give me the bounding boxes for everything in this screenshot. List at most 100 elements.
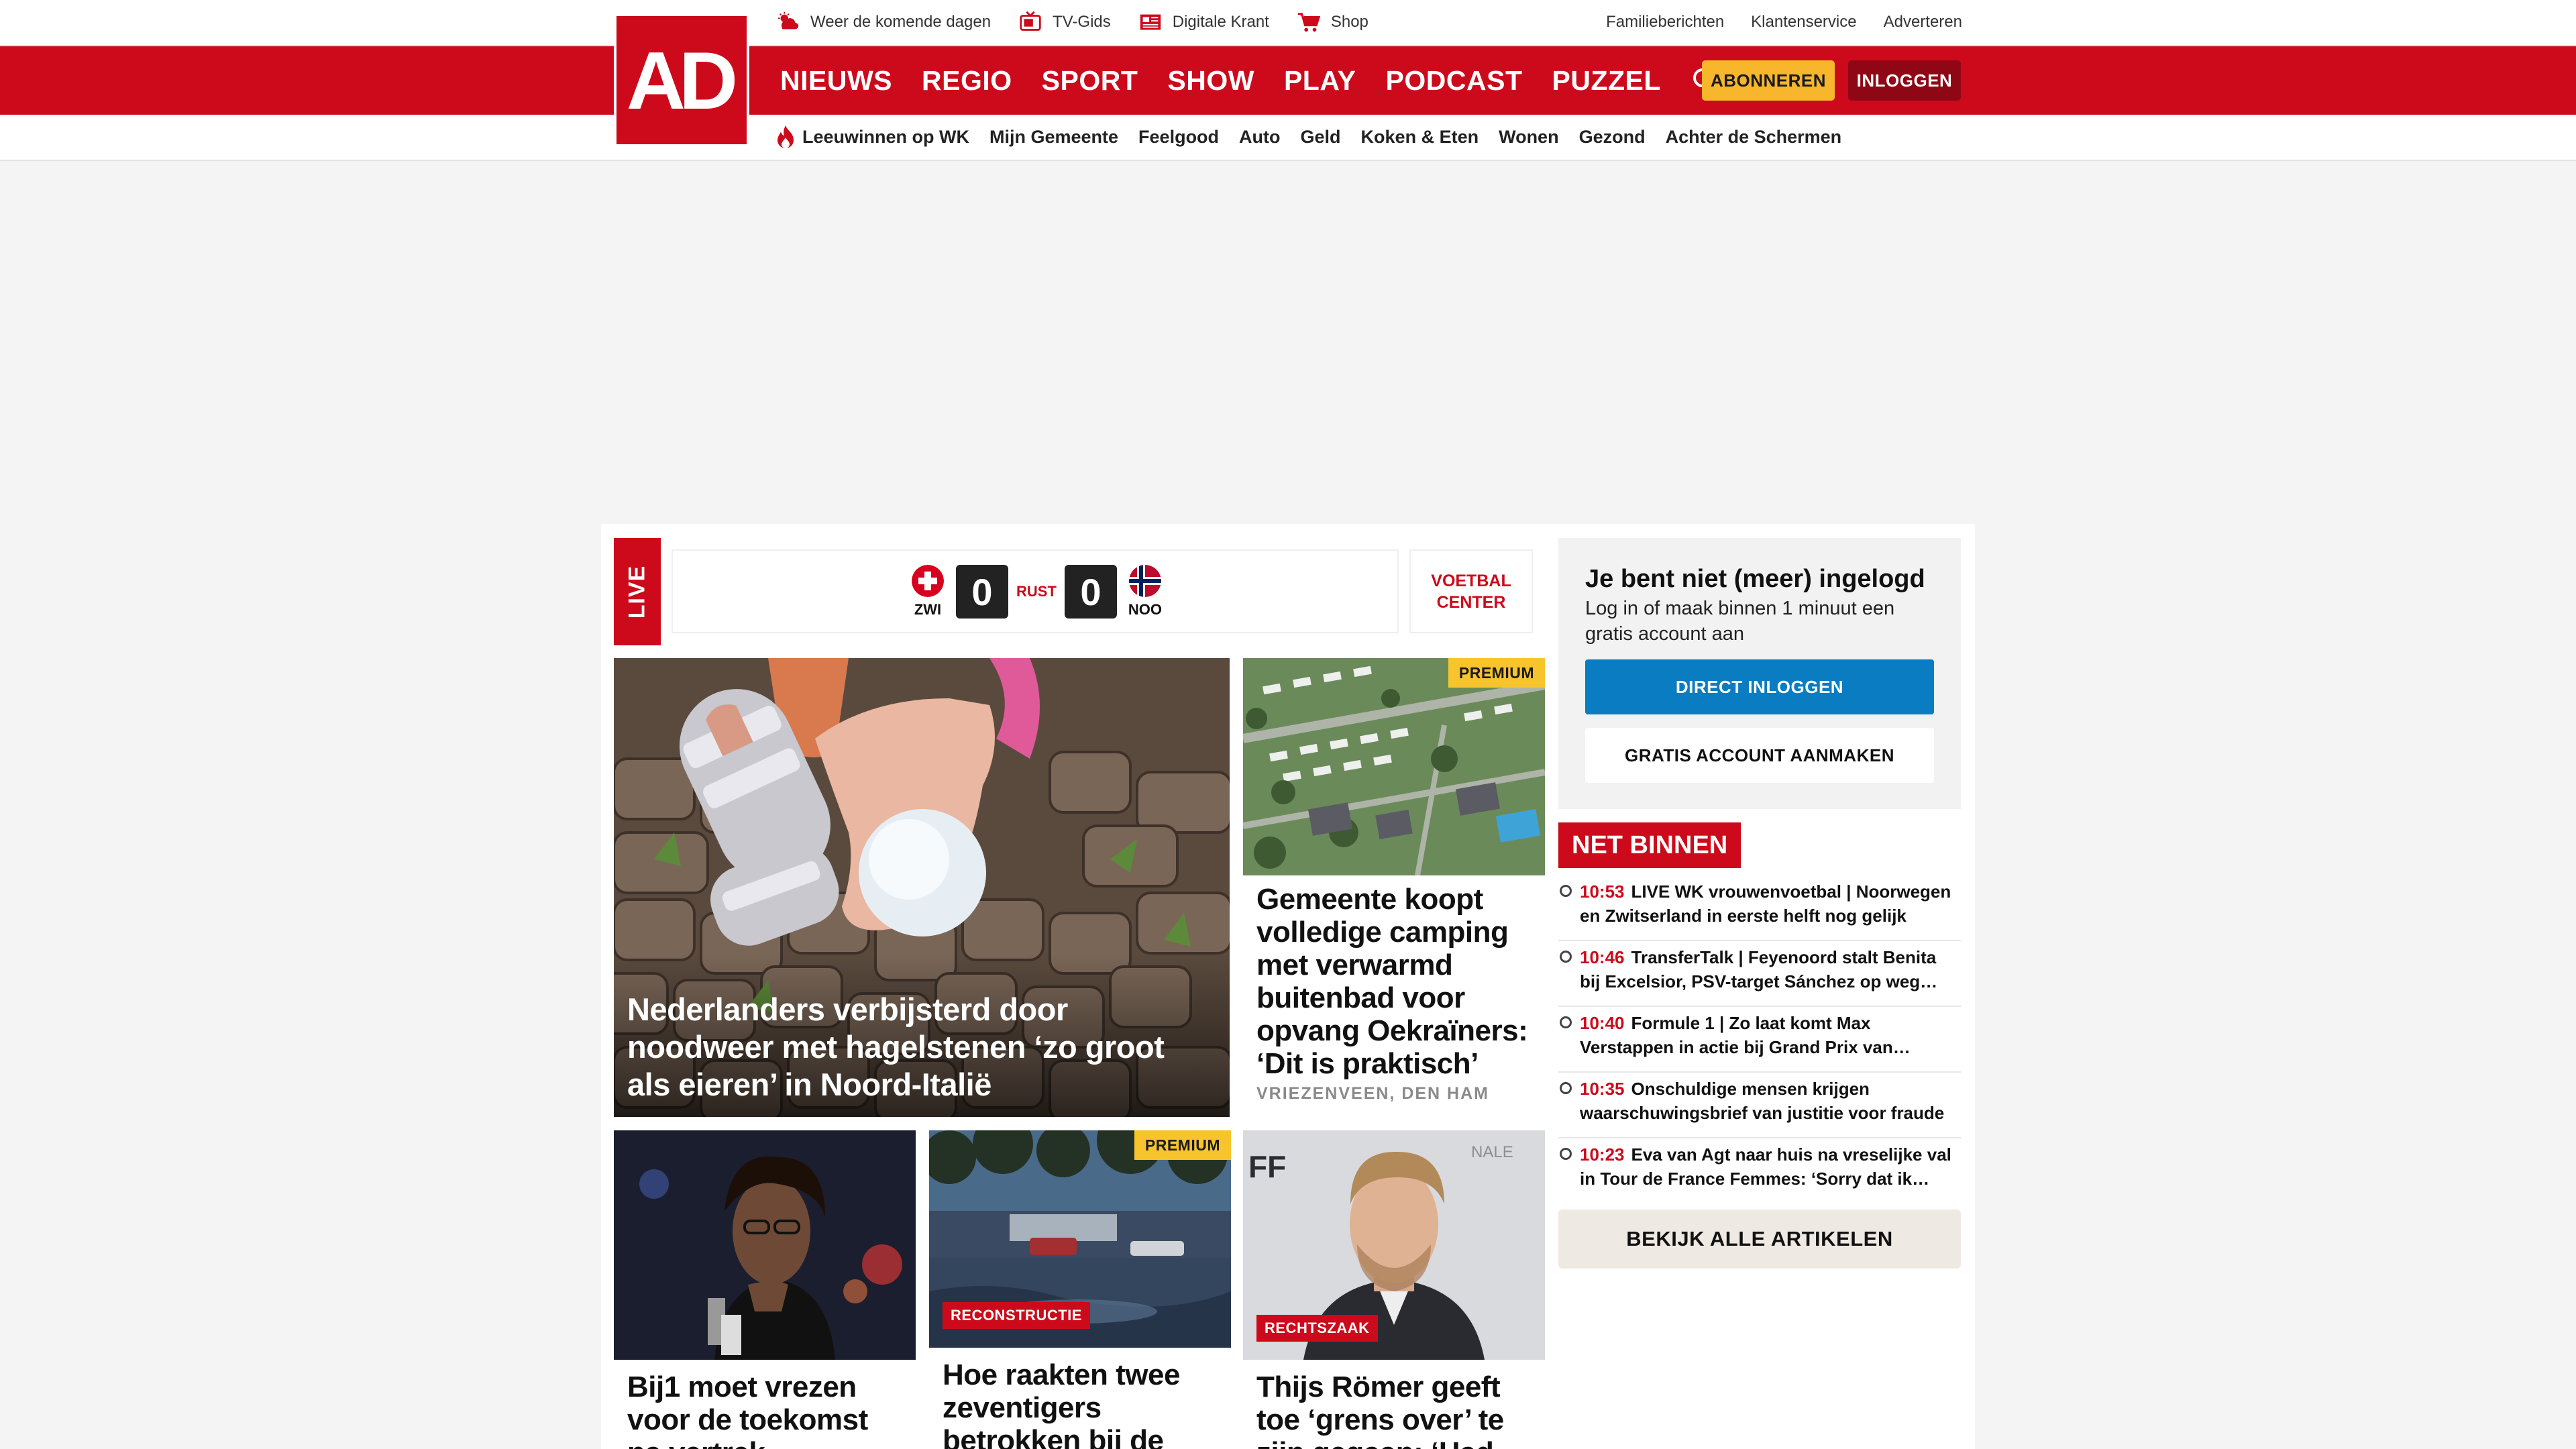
weather-link-label: Weer de komende dagen — [810, 13, 991, 31]
net-binnen-title: NET BINNEN — [1558, 822, 1741, 868]
away-team-abbr: NOO — [1128, 601, 1162, 618]
bullet-icon — [1560, 1082, 1572, 1094]
utility-bar: Weer de komende dagen TV-Gids Digitale K… — [0, 0, 2576, 46]
list-item-time: 10:23 — [1580, 1144, 1625, 1165]
newspaper-icon — [1140, 14, 1161, 30]
camping-article[interactable]: PREMIUM Gemeente koopt volledige camping… — [1243, 658, 1545, 1117]
home-score: 0 — [956, 565, 1008, 619]
all-articles-button[interactable]: BEKIJK ALLE ARTIKELEN — [1558, 1210, 1961, 1269]
tv-gids-link[interactable]: TV-Gids — [1018, 9, 1111, 35]
list-item-headline: Eva van Agt naar huis na vreselijke val … — [1580, 1144, 1951, 1189]
list-item[interactable]: 10:46 TransferTalk | Feyenoord stalt Beni… — [1558, 941, 1961, 1007]
utility-links-right: Familieberichten Klantenservice Adverter… — [1606, 0, 1962, 44]
hero-article[interactable]: Nederlanders verbijsterd door noodweer m… — [614, 658, 1230, 1117]
list-item-time: 10:46 — [1580, 947, 1625, 967]
login-box: Je bent niet (meer) ingelogd Log in of m… — [1558, 538, 1961, 809]
page: Weer de komende dagen TV-Gids Digitale K… — [0, 0, 2576, 1449]
bullet-icon — [1560, 1148, 1572, 1160]
romer-article[interactable]: FF NALE RECHTSZAAK Thijs Römer geeft toe… — [1243, 1130, 1545, 1449]
direct-login-button[interactable]: DIRECT INLOGGEN — [1585, 659, 1934, 714]
shop-link[interactable]: Shop — [1296, 9, 1368, 35]
adverteren-link[interactable]: Adverteren — [1884, 13, 1962, 32]
reconstructie-headline: Hoe raakten twee zeventigers betrokken b… — [943, 1358, 1180, 1449]
list-item-text: 10:40 Formule 1 | Zo laat komt Max Versta… — [1580, 1011, 1954, 1059]
ad-logo[interactable]: AD — [614, 13, 749, 147]
voetbal-center-button[interactable]: VOETBAL CENTER — [1411, 551, 1532, 632]
weather-link[interactable]: Weer de komende dagen — [775, 9, 991, 35]
subnav-item-achter-de-schermen[interactable]: Achter de Schermen — [1666, 127, 1842, 148]
romer-headline: Thijs Römer geeft toe ‘grens over’ te zi… — [1256, 1371, 1504, 1449]
subnav-item-leeuwinnen-label: Leeuwinnen op WK — [802, 126, 969, 147]
list-item-time: 10:53 — [1580, 881, 1625, 902]
nav-item-nieuws[interactable]: NIEUWS — [780, 65, 892, 97]
match-status: RUST — [1016, 583, 1057, 600]
list-item[interactable]: 10:23 Eva van Agt naar huis na vreselijke… — [1558, 1138, 1961, 1204]
bullet-icon — [1560, 885, 1572, 897]
switzerland-flag-icon — [912, 565, 944, 597]
list-item-text: 10:35 Onschuldige mensen krijgen waarschu… — [1580, 1077, 1954, 1125]
live-score[interactable]: ZWI 0 RUST 0 NOO — [908, 564, 1165, 620]
klantenservice-link[interactable]: Klantenservice — [1751, 13, 1856, 32]
subnav-item-geld[interactable]: Geld — [1301, 127, 1341, 148]
bij1-article[interactable]: Bij1 moet vrezen voor de toekomst na ver… — [614, 1130, 916, 1449]
home-team-abbr: ZWI — [914, 601, 942, 618]
bullet-icon — [1560, 1016, 1572, 1028]
nav-item-regio[interactable]: REGIO — [922, 65, 1012, 97]
photo-backdrop-text: FF — [1248, 1149, 1286, 1184]
list-item-text: 10:23 Eva van Agt naar huis na vreselijke… — [1580, 1142, 1954, 1191]
subnav-item-wonen[interactable]: Wonen — [1499, 127, 1559, 148]
rechtszaak-tag: RECHTSZAAK — [1256, 1315, 1378, 1342]
tv-gids-label: TV-Gids — [1053, 13, 1111, 31]
premium-badge: PREMIUM — [1134, 1130, 1231, 1160]
familieberichten-link[interactable]: Familieberichten — [1606, 13, 1724, 32]
nav-item-sport[interactable]: SPORT — [1042, 65, 1138, 97]
reconstructie-tag: RECONSTRUCTIE — [943, 1302, 1090, 1329]
nav-item-puzzel[interactable]: PUZZEL — [1552, 65, 1661, 97]
list-item[interactable]: 10:35 Onschuldige mensen krijgen waarschu… — [1558, 1073, 1961, 1138]
home-team: ZWI — [908, 565, 948, 619]
subnav-item-feelgood[interactable]: Feelgood — [1138, 127, 1219, 148]
list-item-headline: Onschuldige mensen krijgen waarschuwings… — [1580, 1079, 1945, 1123]
norway-flag-icon — [1128, 565, 1161, 597]
flame-icon — [777, 125, 794, 148]
premium-badge: PREMIUM — [1448, 658, 1545, 688]
subnav-items: Leeuwinnen op WK Mijn Gemeente Feelgood … — [775, 115, 1841, 159]
login-subtitle: Log in of maak binnen 1 minuut een grati… — [1585, 598, 1895, 645]
login-title: Je bent niet (meer) ingelogd — [1585, 565, 1925, 593]
subnav-item-koken-eten[interactable]: Koken & Eten — [1361, 127, 1479, 148]
list-item-text: 10:46 TransferTalk | Feyenoord stalt Beni… — [1580, 945, 1954, 994]
subscribe-button[interactable]: ABONNEREN — [1702, 60, 1835, 101]
nav-item-play[interactable]: PLAY — [1284, 65, 1356, 97]
bullet-icon — [1560, 951, 1572, 963]
camping-location: VRIEZENVEEN, DEN HAM — [1256, 1084, 1489, 1103]
create-account-button[interactable]: GRATIS ACCOUNT AANMAKEN — [1585, 728, 1934, 783]
list-item[interactable]: 10:40 Formule 1 | Zo laat komt Max Versta… — [1558, 1007, 1961, 1073]
digitale-krant-link[interactable]: Digitale Krant — [1138, 9, 1269, 35]
live-label-text: LIVE — [624, 565, 650, 619]
politician-photo — [614, 1130, 916, 1360]
nav-items: NIEUWS REGIO SPORT SHOW PLAY PODCAST PUZ… — [780, 46, 1720, 115]
subnav-item-auto[interactable]: Auto — [1239, 127, 1280, 148]
live-label: LIVE — [614, 538, 661, 645]
weather-icon — [777, 11, 799, 30]
nav-item-show[interactable]: SHOW — [1167, 65, 1254, 97]
list-item-headline: Formule 1 | Zo laat komt Max Verstappen … — [1580, 1013, 1893, 1057]
reconstructie-article[interactable]: PREMIUM RECONSTRUCTIE Hoe raakten twee z… — [929, 1130, 1231, 1449]
tv-icon — [1020, 11, 1041, 31]
subnav-item-mijn-gemeente[interactable]: Mijn Gemeente — [989, 127, 1118, 148]
subnav-item-gezond[interactable]: Gezond — [1579, 127, 1646, 148]
list-item-time: 10:35 — [1580, 1079, 1625, 1099]
away-score: 0 — [1064, 565, 1117, 619]
nav-item-podcast[interactable]: PODCAST — [1386, 65, 1523, 97]
list-item-time: 10:40 — [1580, 1013, 1625, 1033]
login-button[interactable]: INLOGGEN — [1848, 60, 1961, 101]
cart-icon — [1297, 13, 1320, 32]
subnav-item-leeuwinnen[interactable]: Leeuwinnen op WK — [775, 124, 969, 150]
hero-headline: Nederlanders verbijsterd door noodweer m… — [627, 991, 1165, 1102]
shop-label: Shop — [1330, 13, 1368, 31]
photo-backdrop-text: NALE — [1471, 1143, 1513, 1161]
net-binnen-list: 10:53 LIVE WK vrouwenvoetbal | Noorwegen … — [1558, 875, 1961, 1204]
list-item-headline: TransferTalk | Feyenoord stalt Benita bi… — [1580, 947, 1937, 991]
list-item[interactable]: 10:53 LIVE WK vrouwenvoetbal | Noorwegen … — [1558, 875, 1961, 941]
digitale-krant-label: Digitale Krant — [1172, 13, 1269, 31]
